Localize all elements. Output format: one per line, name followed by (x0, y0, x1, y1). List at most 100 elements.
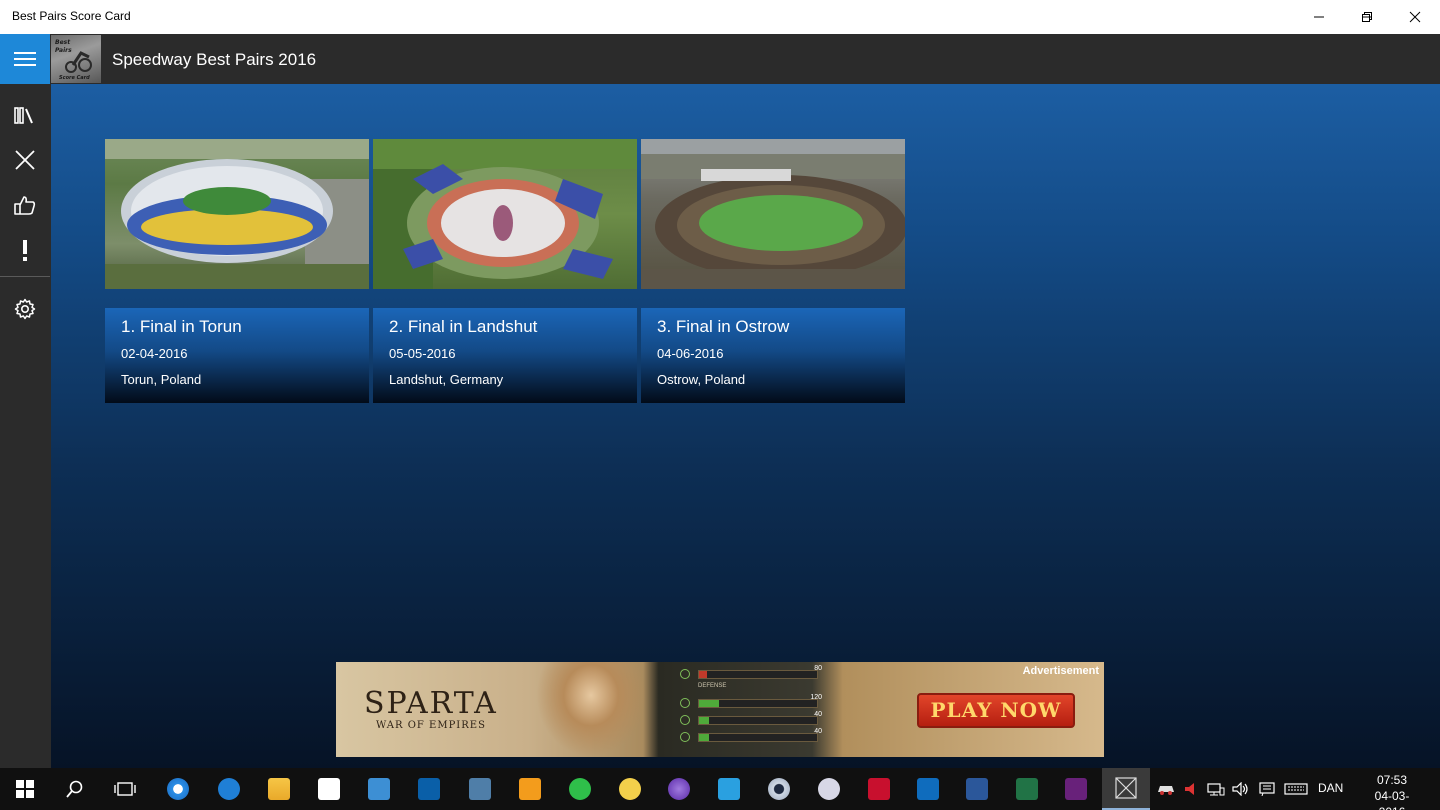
stadium-photo-ostrow (641, 139, 905, 289)
intel-icon (418, 778, 440, 800)
ad-stat-label: DEFENSE (698, 683, 727, 689)
speaker-muted-icon (1185, 783, 1194, 795)
tray-volume[interactable] (1230, 768, 1252, 810)
app-header: Best Pairs Score Card Speedway Best Pair… (0, 34, 1440, 84)
sidebar (0, 84, 51, 768)
event-info-ostrow: 3. Final in Ostrow 04-06-2016 Ostrow, Po… (641, 308, 905, 403)
minimize-window-button[interactable] (1295, 0, 1343, 34)
app-icon (718, 778, 740, 800)
main-content: 1. Final in Torun 02-04-2016 Torun, Pola… (51, 84, 1440, 768)
sidebar-divider (0, 276, 50, 277)
app-icon (818, 778, 840, 800)
tray-network[interactable] (1204, 768, 1228, 810)
stat-icon (680, 698, 690, 708)
ad-subtitle: WAR OF EMPIRES (376, 720, 486, 731)
ad-warrior-image (536, 662, 646, 757)
taskbar-app-intel[interactable] (405, 768, 453, 810)
taskbar-app-outlook[interactable] (904, 768, 952, 810)
event-card-landshut[interactable]: 2. Final in Landshut 05-05-2016 Landshut… (373, 139, 637, 403)
ad-stat-row: 80 (676, 665, 824, 683)
ad-title: SPARTA (364, 686, 498, 721)
taskbar-app-edge[interactable] (205, 768, 253, 810)
tray-warning[interactable] (1180, 768, 1200, 810)
sidebar-item-rate[interactable] (0, 183, 50, 227)
sidebar-item-library[interactable] (0, 93, 50, 137)
stadium-photo-torun (105, 139, 369, 289)
exclamation-icon (23, 240, 27, 261)
stat-value: 40 (814, 728, 822, 735)
clock-time: 07:53 (1376, 773, 1408, 787)
event-location: Ostrow, Poland (657, 372, 746, 387)
advertisement-banner[interactable]: SPARTA WAR OF EMPIRES 80 DEFENSE 120 40 (336, 662, 1104, 757)
input-language[interactable]: DAN (1318, 781, 1343, 795)
notification-icon (1259, 782, 1275, 796)
taskbar-app-acrobat[interactable] (855, 768, 903, 810)
event-card-torun[interactable]: 1. Final in Torun 02-04-2016 Torun, Pola… (105, 139, 369, 403)
event-card-ostrow[interactable]: 3. Final in Ostrow 04-06-2016 Ostrow, Po… (641, 139, 905, 403)
taskbar-app-8[interactable] (805, 768, 853, 810)
taskbar-app-7[interactable] (755, 768, 803, 810)
event-info-torun: 1. Final in Torun 02-04-2016 Torun, Pola… (105, 308, 369, 403)
palette-icon (619, 778, 641, 800)
event-name: 1. Final in Torun (121, 317, 242, 336)
taskbar-app-2[interactable] (456, 768, 504, 810)
stat-value: 80 (814, 665, 822, 672)
restore-window-button[interactable] (1343, 0, 1391, 34)
taskbar-app-explorer[interactable] (255, 768, 303, 810)
start-button[interactable] (1, 768, 49, 810)
ad-stat-row: 40 (676, 711, 824, 729)
stat-icon (680, 715, 690, 725)
stadium-photo-landshut (373, 139, 637, 289)
edge-icon (218, 778, 240, 800)
close-window-button[interactable] (1391, 0, 1439, 34)
event-location: Landshut, Germany (389, 372, 504, 387)
gear-icon (14, 298, 36, 320)
windows-logo-icon (16, 780, 34, 798)
task-view-button[interactable] (101, 768, 149, 810)
excel-icon (1016, 778, 1038, 800)
taskbar-app-1[interactable] (355, 768, 403, 810)
taskbar-app-ie[interactable] (154, 768, 202, 810)
folder-icon (268, 778, 290, 800)
app-icon (469, 778, 491, 800)
library-icon (14, 107, 33, 124)
taskbar-app-excel[interactable] (1003, 768, 1051, 810)
window-title-bar: Best Pairs Score Card (0, 0, 1440, 34)
taskbar-app-4[interactable] (556, 768, 604, 810)
stadium-illustration-ostrow (641, 139, 905, 289)
taskbar-app-paint[interactable] (606, 768, 654, 810)
taskbar-app-store[interactable] (305, 768, 353, 810)
stat-value: 120 (810, 694, 822, 701)
sidebar-item-close[interactable] (0, 138, 50, 182)
taskbar-search-button[interactable] (51, 768, 99, 810)
tray-app-icon[interactable] (1154, 768, 1178, 810)
app-icon (519, 778, 541, 800)
taskbar-app-3[interactable] (506, 768, 554, 810)
taskbar-app-score-card[interactable] (1102, 768, 1150, 810)
taskbar-clock[interactable]: 07:53 04-03-2016 (1362, 772, 1422, 810)
sidebar-item-settings[interactable] (0, 287, 50, 331)
volume-icon (1232, 782, 1248, 796)
app-icon (368, 778, 390, 800)
close-icon (1409, 11, 1421, 23)
visual-studio-icon (1065, 778, 1087, 800)
taskbar-app-visual-studio[interactable] (1052, 768, 1100, 810)
window-title: Best Pairs Score Card (12, 9, 131, 23)
stat-icon (680, 669, 690, 679)
taskbar-app-6[interactable] (705, 768, 753, 810)
store-icon (318, 778, 340, 800)
taskbar-app-5[interactable] (655, 768, 703, 810)
logo-rider-graphic (65, 51, 92, 73)
task-view-icon (114, 782, 136, 796)
app-icon (569, 778, 591, 800)
ad-play-now-button[interactable]: PLAY NOW (917, 693, 1075, 728)
taskbar-app-word[interactable] (953, 768, 1001, 810)
tray-action-center[interactable] (1256, 768, 1278, 810)
tray-keyboard[interactable] (1282, 768, 1310, 810)
close-icon (15, 150, 35, 170)
sidebar-item-feedback[interactable] (0, 228, 50, 272)
stadium-illustration-landshut (373, 139, 637, 289)
word-icon (966, 778, 988, 800)
hamburger-menu-button[interactable] (0, 34, 50, 84)
ad-stat-row: 40 (676, 728, 824, 746)
